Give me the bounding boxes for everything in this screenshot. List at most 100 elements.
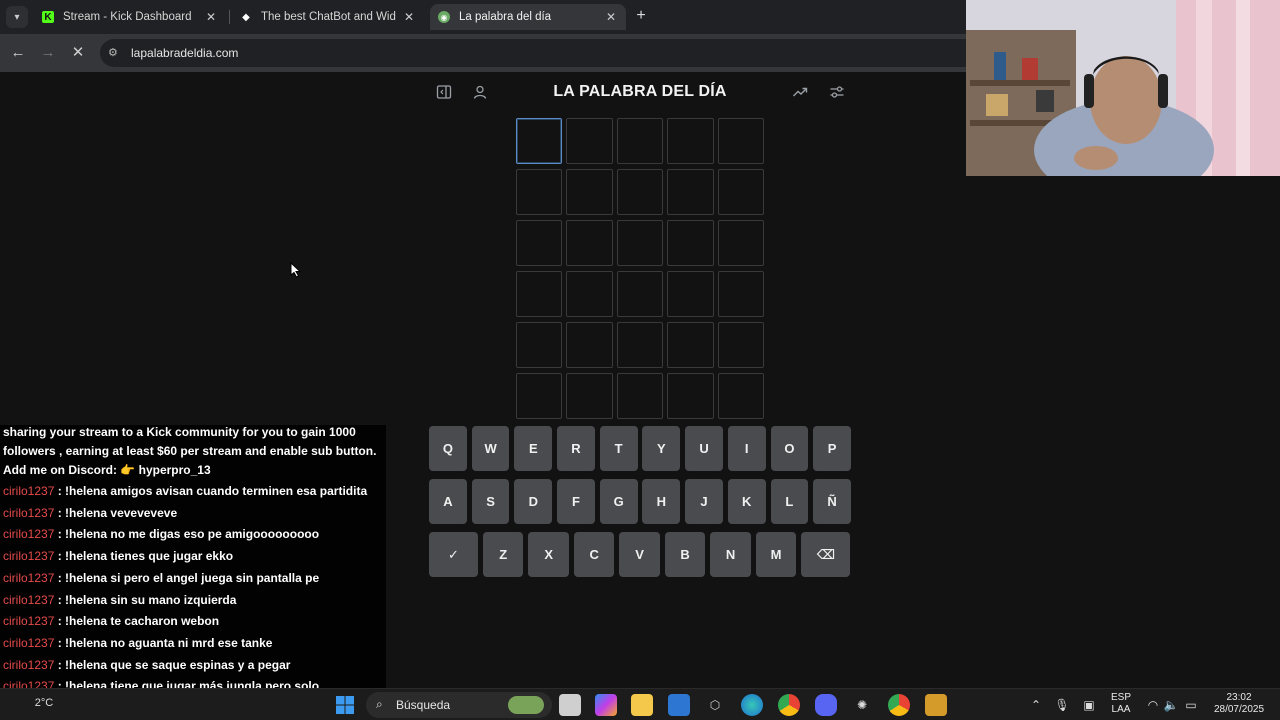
chat-username[interactable]: cirilo1237 (3, 593, 54, 607)
backspace-icon[interactable]: ⌫ (801, 532, 851, 577)
league-client-icon[interactable] (925, 694, 947, 716)
chat-separator: : (54, 570, 66, 585)
chat-message-text: !helena sin su mano izquierda (65, 592, 237, 607)
game-header: LA PALABRA DEL DÍA (430, 72, 850, 114)
key-z[interactable]: Z (482, 532, 524, 577)
key-v[interactable]: V (619, 532, 660, 577)
key-j[interactable]: J (685, 479, 723, 524)
key-enye[interactable]: Ñ (813, 479, 851, 524)
chat-username[interactable]: cirilo1237 (3, 658, 54, 672)
letter-tile (717, 169, 765, 215)
chat-username[interactable]: cirilo1237 (3, 484, 54, 498)
chat-username[interactable]: cirilo1237 (3, 614, 54, 628)
settings-sliders-icon[interactable] (828, 84, 846, 102)
key-p[interactable]: P (813, 426, 851, 471)
key-l[interactable]: L (770, 479, 809, 524)
board-row (516, 118, 765, 164)
key-r[interactable]: R (557, 426, 595, 471)
weather-widget[interactable]: 2°C (24, 692, 64, 714)
key-s[interactable]: S (471, 479, 510, 524)
key-e[interactable]: E (514, 426, 553, 471)
chat-username[interactable]: cirilo1237 (3, 506, 54, 520)
key-g[interactable]: G (599, 479, 638, 524)
chat-separator: : (54, 527, 66, 542)
key-w[interactable]: W (471, 426, 510, 471)
key-y[interactable]: Y (642, 426, 681, 471)
microphone-icon[interactable]: 🎙 (1051, 694, 1073, 716)
screen: ▾ K Stream - Kick Dashboard ✕ ◆ The best… (0, 0, 1280, 720)
back-arrow-icon[interactable]: ← (8, 43, 28, 63)
tab-botrix[interactable]: ◆ The best ChatBot and Widgets f ✕ (232, 4, 424, 30)
discord-icon[interactable] (815, 694, 837, 716)
close-icon[interactable]: ✕ (204, 10, 218, 24)
key-u[interactable]: U (685, 426, 723, 471)
file-explorer-icon[interactable] (631, 694, 653, 716)
key-m[interactable]: M (755, 532, 797, 577)
key-f[interactable]: F (557, 479, 595, 524)
task-view-icon[interactable] (559, 694, 581, 716)
key-k[interactable]: K (727, 479, 766, 524)
letter-tile (667, 220, 714, 266)
key-a[interactable]: A (429, 479, 467, 524)
layout-code: LAA (1111, 704, 1131, 715)
tab-kick-dashboard[interactable]: K Stream - Kick Dashboard ✕ (34, 4, 226, 30)
chat-username[interactable]: cirilo1237 (3, 571, 54, 585)
key-h[interactable]: H (642, 479, 681, 524)
key-t[interactable]: T (599, 426, 638, 471)
address-bar[interactable]: ⚙ lapalabradeldia.com (100, 39, 980, 67)
forward-arrow-icon[interactable]: → (38, 43, 58, 63)
enter-check-icon[interactable]: ✓ (429, 532, 478, 577)
tray-app-icon[interactable]: ▣ (1078, 694, 1100, 716)
keyboard-row: QWERTYUIOP (429, 426, 851, 471)
key-b[interactable]: B (664, 532, 706, 577)
close-icon[interactable]: ✕ (402, 10, 416, 24)
letter-tile (566, 118, 613, 164)
keyboard-row: ASDFGHJKLÑ (429, 479, 851, 524)
show-hidden-icons-chevron-icon[interactable]: ⌃ (1025, 694, 1047, 716)
chrome-active-icon[interactable] (888, 694, 910, 716)
board-row (516, 322, 765, 368)
stats-icon[interactable] (791, 84, 809, 102)
key-x[interactable]: X (528, 532, 569, 577)
copilot-icon[interactable] (595, 694, 617, 716)
letter-tile (516, 373, 563, 419)
keyboard-row: ✓ Z X C V B N M ⌫ (429, 532, 851, 577)
volume-icon[interactable]: 🔈 (1160, 694, 1182, 716)
letter-tile (566, 322, 613, 368)
microsoft-store-icon[interactable] (668, 694, 690, 716)
openai-icon[interactable]: ✺ (851, 694, 873, 716)
chat-message: cirilo1237 : !helena tienes que jugar ek… (3, 549, 233, 563)
clock-time: 23:02 (1226, 692, 1252, 703)
windows-start-icon[interactable] (334, 694, 356, 716)
board-row (516, 169, 765, 215)
chrome-icon[interactable] (778, 694, 800, 716)
stop-loading-icon[interactable]: ✕ (68, 43, 88, 63)
app-hexagon-icon[interactable]: ⬡ (704, 694, 726, 716)
chat-username[interactable]: cirilo1237 (3, 636, 54, 650)
new-tab-button[interactable]: + (632, 8, 650, 26)
board-row (516, 373, 765, 419)
clock[interactable]: 23:02 28/07/2025 (1206, 692, 1272, 716)
chat-message: cirilo1237 : !helena que se saque espina… (3, 658, 290, 672)
key-n[interactable]: N (710, 532, 751, 577)
taskbar-search-box[interactable]: ⌕ Búsqueda (366, 692, 552, 718)
key-o[interactable]: O (770, 426, 809, 471)
key-d[interactable]: D (514, 479, 553, 524)
chat-separator: : (54, 657, 66, 672)
chat-message-text: !helena no aguanta ni mrd ese tanke (65, 635, 273, 650)
tab-title: La palabra del día (459, 11, 552, 23)
close-icon[interactable]: ✕ (604, 10, 618, 24)
chat-message: cirilo1237 : !helena no me digas eso pe … (3, 527, 319, 541)
keyboard-language[interactable]: ESP LAA (1108, 692, 1134, 716)
edge-icon[interactable] (741, 694, 763, 716)
tab-palabra-del-dia[interactable]: ◉ La palabra del día ✕ (430, 4, 626, 30)
key-c[interactable]: C (573, 532, 615, 577)
key-q[interactable]: Q (429, 426, 467, 471)
tab-search-button[interactable]: ▾ (6, 6, 28, 28)
chat-username[interactable]: cirilo1237 (3, 527, 54, 541)
page-title: LA PALABRA DEL DÍA (553, 83, 727, 100)
site-settings-icon[interactable]: ⚙ (108, 46, 122, 60)
chat-username[interactable]: cirilo1237 (3, 549, 54, 563)
battery-icon[interactable]: ▭ (1180, 694, 1202, 716)
key-i[interactable]: I (727, 426, 766, 471)
